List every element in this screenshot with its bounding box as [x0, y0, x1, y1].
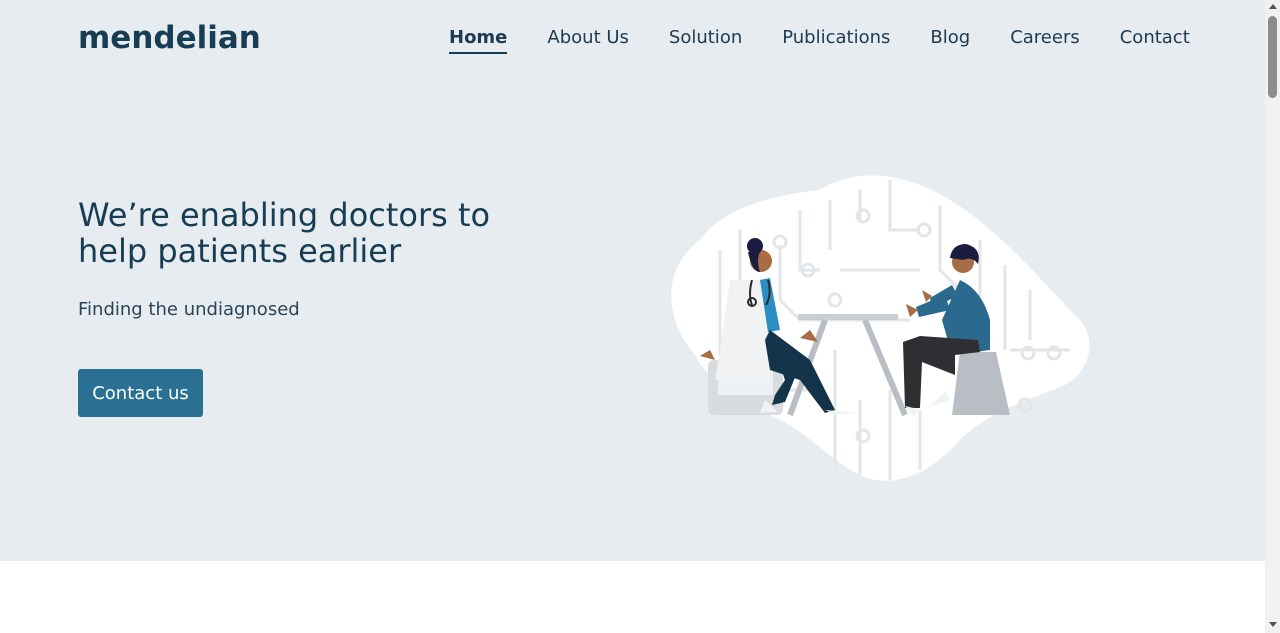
nav-item-solution[interactable]: Solution: [669, 27, 742, 54]
nav-item-home[interactable]: Home: [449, 27, 508, 54]
scroll-up-icon[interactable]: [1269, 4, 1277, 9]
nav-item-publications[interactable]: Publications: [782, 27, 890, 54]
next-section: [0, 561, 1265, 633]
scrollbar-thumb[interactable]: [1268, 16, 1277, 98]
hero-subtitle: Finding the undiagnosed: [78, 299, 300, 320]
doctor-patient-consultation-illustration: [671, 175, 1090, 481]
hero-section: mendelian Home About Us Solution Publica…: [0, 0, 1265, 561]
vertical-scrollbar[interactable]: [1265, 0, 1280, 633]
nav-item-careers[interactable]: Careers: [1010, 27, 1080, 54]
contact-us-button[interactable]: Contact us: [78, 369, 203, 417]
nav-item-contact[interactable]: Contact: [1120, 27, 1190, 54]
nav-item-blog[interactable]: Blog: [930, 27, 970, 54]
logo[interactable]: mendelian: [78, 20, 261, 56]
scroll-down-icon[interactable]: [1269, 622, 1277, 627]
main-nav: Home About Us Solution Publications Blog…: [449, 27, 1190, 54]
nav-item-about-us[interactable]: About Us: [547, 27, 629, 54]
table-top: [798, 314, 898, 320]
hero-headline: We’re enabling doctors to help patients …: [78, 196, 491, 270]
